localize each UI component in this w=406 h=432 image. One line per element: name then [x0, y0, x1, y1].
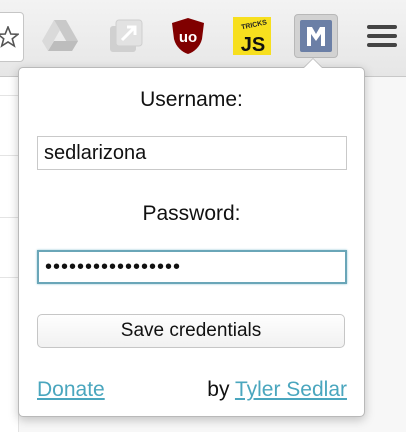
address-bar[interactable] — [0, 12, 24, 62]
google-drive-icon[interactable] — [38, 14, 82, 58]
divider — [0, 95, 18, 96]
divider — [0, 155, 18, 156]
browser-window: uo TRICKS JS Username: sedlarizona Passw… — [0, 0, 406, 432]
divider — [0, 217, 18, 218]
background-page-column — [0, 77, 19, 432]
divider — [0, 277, 18, 278]
ublock-origin-icon[interactable]: uo — [166, 14, 210, 58]
open-in-new-window-icon[interactable] — [104, 14, 148, 58]
save-credentials-button[interactable]: Save credentials — [37, 314, 345, 348]
popup-arrow-fill — [304, 59, 322, 68]
byline-prefix: by — [207, 378, 230, 401]
menu-icon[interactable] — [360, 14, 404, 58]
password-field[interactable]: ••••••••••••••••• — [37, 250, 347, 284]
donate-link[interactable]: Donate — [37, 378, 105, 402]
js-tricks-icon[interactable]: TRICKS JS — [230, 14, 274, 58]
credentials-popup: Username: Password: ••••••••••••••••• Sa… — [18, 67, 365, 417]
password-label: Password: — [142, 202, 241, 225]
browser-toolbar: uo TRICKS JS — [0, 0, 406, 77]
star-icon[interactable] — [0, 26, 19, 48]
m-extension-icon[interactable] — [294, 14, 338, 58]
svg-text:JS: JS — [241, 34, 265, 56]
author-link[interactable]: Tyler Sedlar — [235, 378, 347, 401]
byline: by Tyler Sedlar — [207, 378, 347, 402]
username-label: Username: — [140, 88, 243, 111]
svg-text:uo: uo — [179, 29, 197, 46]
username-field[interactable] — [37, 136, 347, 170]
